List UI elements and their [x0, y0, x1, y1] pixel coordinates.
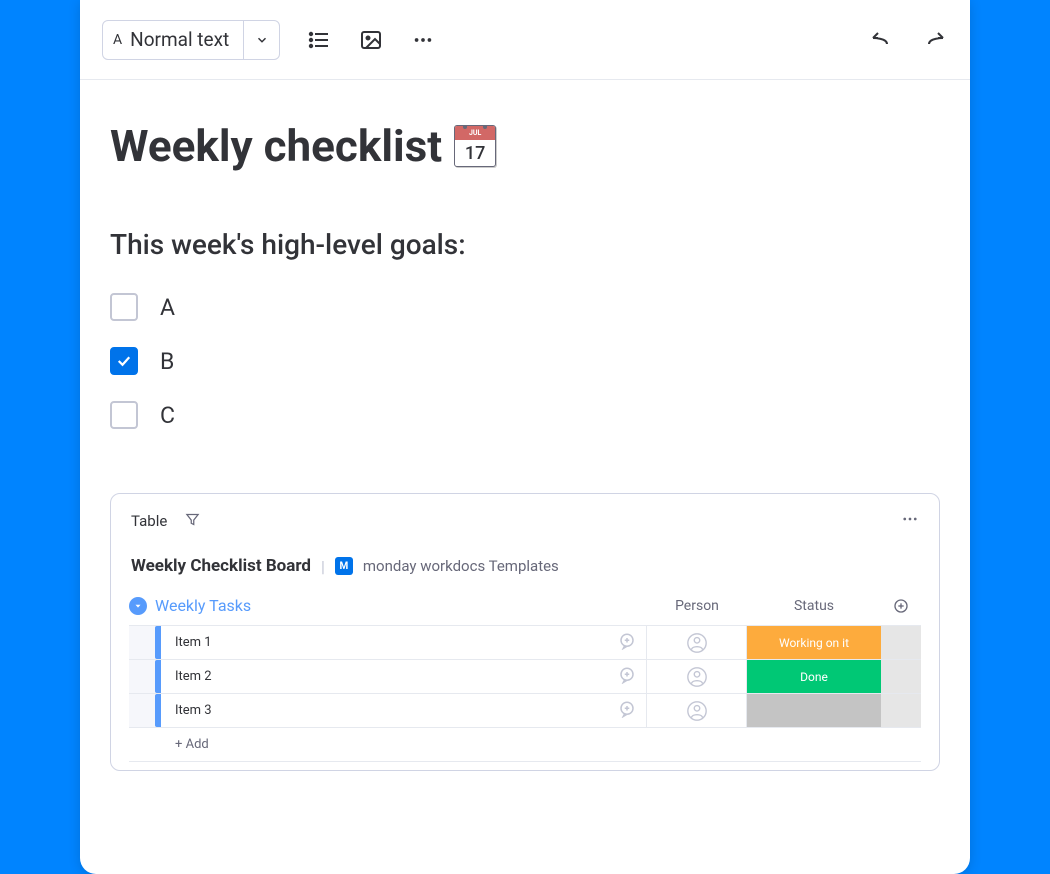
board-more-button[interactable] — [901, 510, 919, 532]
person-icon — [686, 632, 708, 654]
status-text: Done — [800, 670, 828, 684]
row-name-cell[interactable]: Item 3 — [161, 694, 647, 727]
undo-icon — [869, 28, 893, 52]
undo-button[interactable] — [868, 27, 894, 53]
table-row[interactable]: Item 2 Done — [129, 660, 921, 694]
board-title[interactable]: Weekly Checklist Board — [131, 556, 311, 576]
list-icon — [307, 28, 331, 52]
board-header: Weekly Checklist Board | M monday workdo… — [111, 538, 939, 588]
row-end — [881, 694, 921, 727]
toolbar-left: A Normal text — [102, 20, 436, 60]
add-column-button[interactable] — [881, 598, 921, 614]
item-name: Item 1 — [175, 635, 212, 650]
filter-button[interactable] — [185, 512, 200, 531]
chat-plus-icon — [618, 632, 636, 650]
document-panel: A Normal text — [80, 0, 970, 874]
group-head-left: Weekly Tasks — [129, 596, 647, 615]
tab-table[interactable]: Table — [131, 512, 167, 530]
person-cell[interactable] — [647, 694, 747, 727]
board-tab-left: Table — [131, 512, 200, 531]
list-button[interactable] — [306, 27, 332, 53]
title-text: Weekly checklist — [110, 120, 442, 172]
text-style-a-icon: A — [113, 32, 122, 48]
row-name-cell[interactable]: Item 1 — [161, 626, 647, 659]
status-cell[interactable]: Working on it — [747, 626, 881, 659]
group-name[interactable]: Weekly Tasks — [155, 596, 251, 615]
checklist: A B C — [110, 293, 940, 429]
status-cell[interactable]: Done — [747, 660, 881, 693]
toolbar-right — [868, 27, 948, 53]
group-head: Weekly Tasks Person Status — [129, 588, 921, 625]
check-label[interactable]: C — [160, 402, 175, 429]
person-icon — [686, 700, 708, 722]
table-row[interactable]: Item 3 — [129, 694, 921, 728]
text-style-value: Normal text — [130, 28, 229, 51]
page-title[interactable]: Weekly checklist JUL 17 — [110, 120, 940, 172]
add-update-button[interactable] — [618, 632, 636, 654]
check-label[interactable]: A — [160, 294, 175, 321]
more-icon — [412, 29, 434, 51]
text-style-selector[interactable]: A Normal text — [102, 20, 280, 60]
text-style-caret[interactable] — [243, 21, 279, 59]
text-style-label: A Normal text — [103, 28, 243, 51]
check-item: B — [110, 347, 940, 375]
chevron-down-icon — [255, 33, 269, 47]
checkbox-b[interactable] — [110, 347, 138, 375]
group-collapse-button[interactable] — [129, 597, 147, 615]
chat-plus-icon — [618, 700, 636, 718]
redo-icon — [923, 28, 947, 52]
separator: | — [321, 557, 325, 576]
subtitle[interactable]: This week's high-level goals: — [110, 228, 940, 261]
row-name-cell[interactable]: Item 2 — [161, 660, 647, 693]
add-row[interactable]: + Add — [129, 728, 921, 762]
task-table: Item 1 Working on it — [129, 625, 921, 762]
check-item: A — [110, 293, 940, 321]
calendar-month: JUL — [455, 126, 495, 140]
table-row[interactable]: Item 1 Working on it — [129, 626, 921, 660]
calendar-day: 17 — [455, 140, 495, 166]
item-name: Item 3 — [175, 703, 212, 718]
row-end — [881, 660, 921, 693]
column-header-person[interactable]: Person — [647, 598, 747, 614]
toolbar: A Normal text — [80, 0, 970, 80]
more-button[interactable] — [410, 27, 436, 53]
checkbox-a[interactable] — [110, 293, 138, 321]
status-cell[interactable] — [747, 694, 881, 727]
image-button[interactable] — [358, 27, 384, 53]
check-item: C — [110, 401, 940, 429]
person-icon — [686, 666, 708, 688]
check-label[interactable]: B — [160, 348, 174, 375]
column-header-status[interactable]: Status — [747, 598, 881, 614]
board-meta[interactable]: monday workdocs Templates — [363, 557, 559, 575]
status-text: Working on it — [779, 636, 849, 650]
redo-button[interactable] — [922, 27, 948, 53]
more-icon — [901, 510, 919, 528]
row-end — [881, 626, 921, 659]
chat-plus-icon — [618, 666, 636, 684]
add-row-label: + Add — [161, 737, 921, 752]
item-name: Item 2 — [175, 669, 212, 684]
document-body: Weekly checklist JUL 17 This week's high… — [80, 80, 970, 801]
plus-circle-icon — [893, 598, 909, 614]
person-cell[interactable] — [647, 626, 747, 659]
task-group: Weekly Tasks Person Status Item 1 — [111, 588, 939, 770]
calendar-icon: JUL 17 — [454, 125, 496, 167]
person-cell[interactable] — [647, 660, 747, 693]
filter-icon — [185, 512, 200, 527]
checkbox-c[interactable] — [110, 401, 138, 429]
add-update-button[interactable] — [618, 666, 636, 688]
board-tabbar: Table — [111, 494, 939, 538]
add-update-button[interactable] — [618, 700, 636, 722]
image-icon — [359, 28, 383, 52]
caret-down-icon — [133, 601, 143, 611]
embedded-board: Table Weekly Checklist Board | M monday … — [110, 493, 940, 771]
monday-badge-icon: M — [335, 557, 353, 575]
